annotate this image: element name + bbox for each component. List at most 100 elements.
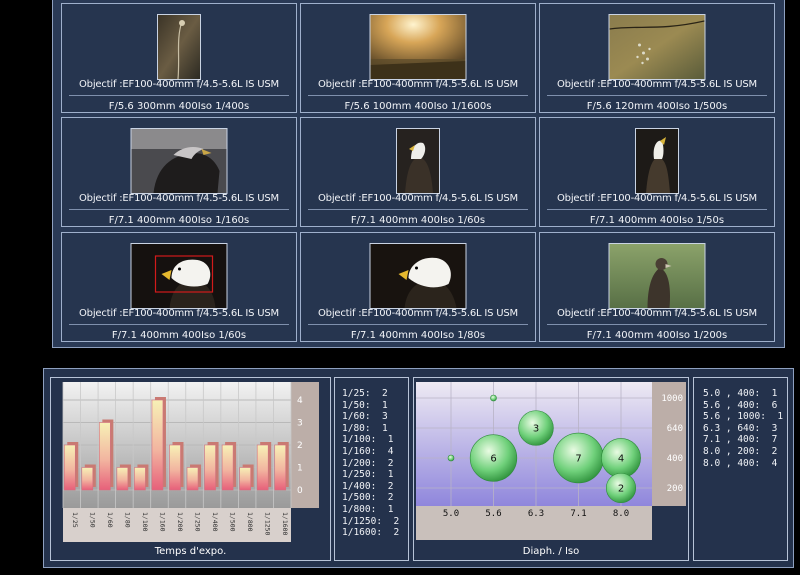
bubble-count-label: 6 xyxy=(490,454,496,465)
bar-xtick-label: 1/50 xyxy=(88,512,96,528)
exposure-count-item: 1/1250: 2 xyxy=(342,515,400,527)
bar-xtick-label: 1/500 xyxy=(229,512,237,532)
photo-card[interactable]: Objectif :EF100-400mm f/4.5-5.6L IS USM F… xyxy=(300,117,536,227)
exposure-count-item: 1/25: 2 xyxy=(342,388,388,399)
aperture-count-item: 7.1 , 400: 7 xyxy=(703,434,778,446)
exposure-count-item: 1/200: 2 xyxy=(342,457,394,469)
bar-xtick-label: 1/400 xyxy=(211,512,219,532)
photo-card[interactable]: Objectif :EF100-400mm f/4.5-5.6L IS USM F… xyxy=(539,232,775,342)
photo-thumbnail[interactable] xyxy=(157,14,201,80)
bubble-ytick-label: 200 xyxy=(667,484,683,494)
settings-caption: F/7.1 400mm 400Iso 1/160s xyxy=(108,215,250,226)
settings-caption: F/5.6 300mm 400Iso 1/400s xyxy=(108,101,250,112)
settings-caption: F/7.1 400mm 400Iso 1/60s xyxy=(111,330,247,341)
lens-caption: Objectif :EF100-400mm f/4.5-5.6L IS USM xyxy=(79,79,279,90)
exposure-count-item: 1/80: 1 xyxy=(342,422,388,434)
bubble-xtick-label: 8.0 xyxy=(613,509,629,519)
photo-card[interactable]: Objectif :EF100-400mm f/4.5-5.6L IS USM F… xyxy=(300,232,536,342)
lens-caption: Objectif :EF100-400mm f/4.5-5.6L IS USM xyxy=(318,193,518,204)
bubble-point xyxy=(490,394,497,402)
bar-xtick-label: 1/100 xyxy=(141,512,149,532)
bar-xtick-label: 1/60 xyxy=(106,512,114,528)
aperture-count-list: 5.0 , 400: 1 5.6 , 400: 6 5.6 , 1000: 1 6.3… xyxy=(703,388,783,469)
bar-xtick-label: 1/800 xyxy=(246,512,254,532)
aperture-iso-bubble-chart: 5.0 5.6 6.3 7.1 8.0 1000 640 400 200 3 6 7 4 2 xyxy=(416,382,686,540)
exposure-bar xyxy=(186,467,199,491)
lens-caption: Objectif :EF100-400mm f/4.5-5.6L IS USM xyxy=(318,79,518,90)
exposure-count-item: 1/1600: 2 xyxy=(342,527,400,539)
exposure-count-item: 1/50: 1 xyxy=(342,399,388,411)
exposure-count-item: 1/160: 4 xyxy=(342,445,394,457)
lens-caption: Objectif :EF100-400mm f/4.5-5.6L IS USM xyxy=(318,308,518,319)
caption-divider xyxy=(547,95,767,96)
photo-thumbnail[interactable] xyxy=(369,243,467,309)
caption-divider xyxy=(69,209,289,210)
exposure-bar xyxy=(204,444,216,491)
photo-thumbnail[interactable] xyxy=(396,128,440,194)
caption-divider xyxy=(308,95,528,96)
aperture-count-item: 5.0 , 400: 1 xyxy=(703,388,778,399)
bar-xtick-label: 1/250 xyxy=(194,512,202,532)
caption-divider xyxy=(547,209,767,210)
photo-thumbnail[interactable] xyxy=(369,14,467,80)
exposure-bar xyxy=(239,467,251,491)
bubble-xtick-label: 7.1 xyxy=(570,509,586,519)
bubble-xtick-label: 5.6 xyxy=(485,509,501,519)
photo-card[interactable]: Objectif :EF100-400mm f/4.5-5.6L IS USM F… xyxy=(61,117,297,227)
stats-panel: 0 1 2 3 4 1/25 1/50 1/60 1/80 1/100 1/160 1/200 1/25… xyxy=(43,368,794,568)
photo-thumbnail[interactable] xyxy=(130,243,228,309)
bar-ytick-label: 0 xyxy=(297,486,303,496)
exposure-bar xyxy=(274,444,287,491)
bar-xtick-label: 1/200 xyxy=(176,512,184,532)
bar-ytick-label: 1 xyxy=(297,464,303,474)
exposure-bar xyxy=(116,467,129,491)
photo-thumbnail[interactable] xyxy=(130,128,228,194)
lens-caption: Objectif :EF100-400mm f/4.5-5.6L IS USM xyxy=(79,308,279,319)
photo-card[interactable]: Objectif :EF100-400mm f/4.5-5.6L IS USM F… xyxy=(300,3,536,113)
exposure-count-item: 1/60: 3 xyxy=(342,411,388,423)
photo-thumbnail[interactable] xyxy=(608,14,706,80)
aperture-chart-panel: 5.0 5.6 6.3 7.1 8.0 1000 640 400 200 3 6 7 4 2 Diaph.… xyxy=(413,377,689,561)
exposure-bar xyxy=(63,444,76,491)
exposure-count-panel: 1/25: 2 1/50: 1 1/60: 3 1/80: 1 1/100: 1 1/16… xyxy=(334,377,409,561)
aperture-count-item: 8.0 , 400: 4 xyxy=(703,457,778,469)
exposure-count-item: 1/800: 1 xyxy=(342,503,394,515)
photo-card[interactable]: Objectif :EF100-400mm f/4.5-5.6L IS USM F… xyxy=(61,3,297,113)
exposure-bar xyxy=(134,467,146,491)
exposure-count-item: 1/400: 2 xyxy=(342,480,394,492)
photo-card[interactable]: Objectif :EF100-400mm f/4.5-5.6L IS USM F… xyxy=(539,117,775,227)
bubble-count-label: 7 xyxy=(575,454,581,465)
bubble-ytick-label: 1000 xyxy=(661,394,683,404)
caption-divider xyxy=(308,324,528,325)
caption-divider xyxy=(308,209,528,210)
bar-xtick-label: 1/80 xyxy=(123,512,131,528)
settings-caption: F/7.1 400mm 400Iso 1/50s xyxy=(589,215,725,226)
exposure-count-item: 1/250: 1 xyxy=(342,469,394,481)
exposure-count-list: 1/25: 2 1/50: 1 1/60: 3 1/80: 1 1/100: 1 1/16… xyxy=(342,388,399,539)
lens-caption: Objectif :EF100-400mm f/4.5-5.6L IS USM xyxy=(557,308,757,319)
photo-gallery: Objectif :EF100-400mm f/4.5-5.6L IS USM F… xyxy=(52,0,785,348)
photo-card[interactable]: Objectif :EF100-400mm f/4.5-5.6L IS USM F… xyxy=(61,232,297,342)
photo-card[interactable]: Objectif :EF100-400mm f/4.5-5.6L IS USM F… xyxy=(539,3,775,113)
bar-ytick-label: 4 xyxy=(297,396,303,406)
lens-caption: Objectif :EF100-400mm f/4.5-5.6L IS USM xyxy=(557,193,757,204)
exposure-axis-title: Temps d'expo. xyxy=(154,546,227,557)
aperture-axis-title: Diaph. / Iso xyxy=(522,546,580,557)
aperture-count-panel: 5.0 , 400: 1 5.6 , 400: 6 5.6 , 1000: 1 6.3… xyxy=(693,377,788,561)
caption-divider xyxy=(547,324,767,325)
bar-ytick-label: 3 xyxy=(297,419,303,429)
exposure-chart-panel: 0 1 2 3 4 1/25 1/50 1/60 1/80 1/100 1/160 1/200 1/25… xyxy=(50,377,331,561)
exposure-bar xyxy=(169,444,181,491)
exposure-bar xyxy=(99,422,111,491)
bubble-ytick-label: 640 xyxy=(667,424,683,434)
settings-caption: F/7.1 400mm 400Iso 1/60s xyxy=(350,215,486,226)
exposure-count-item: 1/500: 2 xyxy=(342,492,394,504)
photo-thumbnail[interactable] xyxy=(608,243,706,309)
photo-thumbnail[interactable] xyxy=(635,128,679,194)
lens-caption: Objectif :EF100-400mm f/4.5-5.6L IS USM xyxy=(79,193,279,204)
bubble-count-label: 4 xyxy=(618,454,624,465)
bar-ytick-label: 2 xyxy=(297,441,303,451)
aperture-count-item: 5.6 , 1000: 1 xyxy=(703,411,784,423)
aperture-count-item: 8.0 , 200: 2 xyxy=(703,445,778,457)
bubble-xtick-label: 5.0 xyxy=(443,509,459,519)
